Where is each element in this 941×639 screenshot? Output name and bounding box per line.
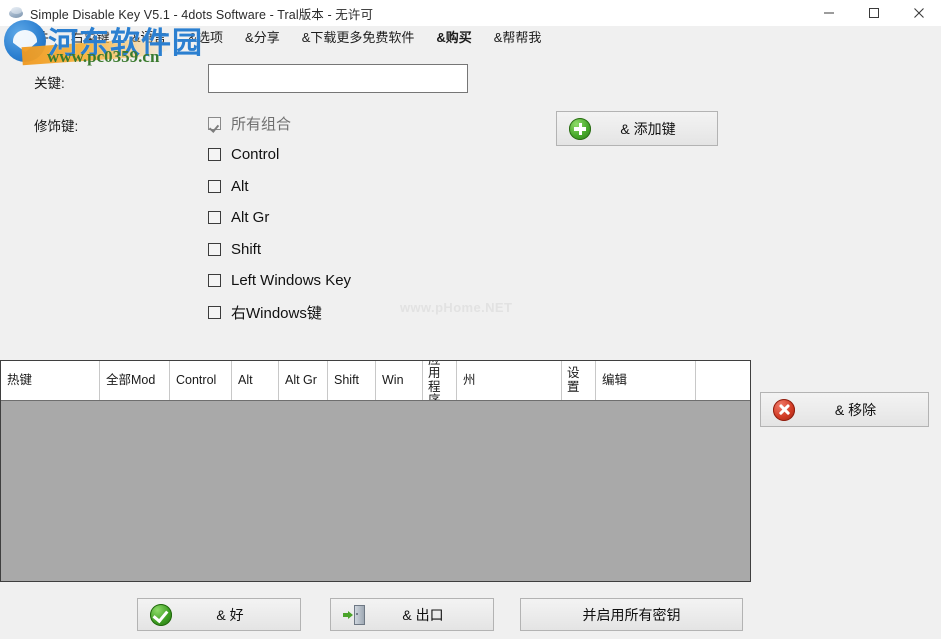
menu-item-0[interactable]: &文件	[14, 26, 49, 50]
checkbox-checked-icon[interactable]	[208, 116, 221, 130]
modifier-checkbox-label: 所有组合	[231, 115, 292, 133]
key-input[interactable]	[208, 64, 468, 93]
key-label: 关键:	[34, 76, 65, 91]
modifier-checkbox-row-0[interactable]: 所有组合	[208, 112, 291, 134]
table-body-empty[interactable]	[1, 401, 750, 581]
checkbox-unchecked-icon[interactable]	[208, 305, 221, 319]
enable-all-keys-button[interactable]: 并启用所有密钥	[520, 598, 743, 631]
table-column-header-1[interactable]: 全部Mod	[100, 361, 170, 400]
red-x-icon	[773, 398, 795, 421]
modifier-checkbox-label: 右Windows键	[231, 304, 322, 322]
remove-button-label: & 移除	[834, 401, 877, 418]
checkbox-unchecked-icon[interactable]	[208, 274, 221, 287]
modifier-checkbox-label: Alt Gr	[231, 209, 270, 226]
modifier-checkbox-row-5[interactable]: Left Windows Key	[208, 270, 351, 292]
checkbox-unchecked-icon[interactable]	[208, 211, 221, 224]
table-column-header-9[interactable]: 设置	[562, 361, 596, 400]
exit-button-label: & 出口	[402, 606, 444, 623]
watermark-faint: www.pHome.NET	[400, 300, 513, 315]
table-column-header-7[interactable]: 应用程序	[423, 361, 457, 400]
hotkey-table[interactable]: 热键全部ModControlAltAlt GrShiftWin应用程序州设置编辑	[0, 360, 751, 582]
modifier-checkbox-label: Control	[231, 146, 280, 163]
app-window: Simple Disable Key V5.1 - 4dots Software…	[0, 0, 941, 639]
window-controls	[806, 0, 941, 26]
modifier-checkbox-label: Left Windows Key	[231, 272, 352, 289]
ok-button[interactable]: & 好	[137, 598, 301, 631]
ok-button-label: & 好	[216, 606, 244, 623]
menu-item-6[interactable]: &购买	[436, 26, 471, 50]
table-column-header-3[interactable]: Alt	[232, 361, 279, 400]
modifier-checkbox-row-4[interactable]: Shift	[208, 238, 261, 260]
menu-item-7[interactable]: &帮帮我	[494, 26, 542, 50]
green-check-icon	[150, 603, 172, 626]
checkbox-unchecked-icon[interactable]	[208, 242, 221, 256]
table-header-row: 热键全部ModControlAltAlt GrShiftWin应用程序州设置编辑	[1, 361, 750, 401]
maximize-icon[interactable]	[851, 0, 896, 26]
modifier-label: 修饰键:	[34, 119, 79, 134]
modifier-checkbox-row-2[interactable]: Alt	[208, 175, 249, 197]
enable-all-keys-button-label: 并启用所有密钥	[582, 606, 681, 623]
menu-item-4[interactable]: &分享	[245, 26, 280, 50]
green-plus-icon	[569, 117, 591, 140]
close-icon[interactable]	[896, 0, 941, 26]
exit-button[interactable]: & 出口	[330, 598, 494, 631]
table-column-header-6[interactable]: Win	[376, 361, 423, 400]
table-column-header-5[interactable]: Shift	[328, 361, 376, 400]
window-title: Simple Disable Key V5.1 - 4dots Software…	[30, 7, 374, 22]
exit-door-icon	[343, 604, 365, 626]
modifier-checkbox-label: Shift	[231, 240, 262, 258]
checkbox-unchecked-icon[interactable]	[208, 179, 221, 193]
add-key-button[interactable]: & 添加键	[556, 111, 718, 146]
watermark-url: www.pc0359.cn	[47, 47, 160, 66]
table-column-header-4[interactable]: Alt Gr	[279, 361, 328, 400]
checkbox-unchecked-icon[interactable]	[208, 148, 221, 161]
table-column-header-8[interactable]: 州	[457, 361, 562, 400]
table-column-header-0[interactable]: 热键	[1, 361, 100, 400]
add-key-button-label: & 添加键	[620, 120, 676, 137]
menu-item-5[interactable]: &下载更多免费软件	[302, 26, 415, 50]
modifier-checkbox-row-6[interactable]: 右Windows键	[208, 301, 322, 323]
modifier-checkbox-label: Alt	[231, 177, 249, 195]
modifier-checkbox-row-1[interactable]: Control	[208, 144, 279, 166]
disc-app-icon	[8, 5, 24, 21]
table-column-header-2[interactable]: Control	[170, 361, 232, 400]
titlebar: Simple Disable Key V5.1 - 4dots Software…	[0, 0, 941, 26]
table-column-header-10[interactable]: 编辑	[596, 361, 696, 400]
remove-button[interactable]: & 移除	[760, 392, 929, 427]
minimize-icon[interactable]	[806, 0, 851, 26]
modifier-checkbox-row-3[interactable]: Alt Gr	[208, 207, 269, 229]
menu-item-3[interactable]: &选项	[188, 26, 223, 50]
